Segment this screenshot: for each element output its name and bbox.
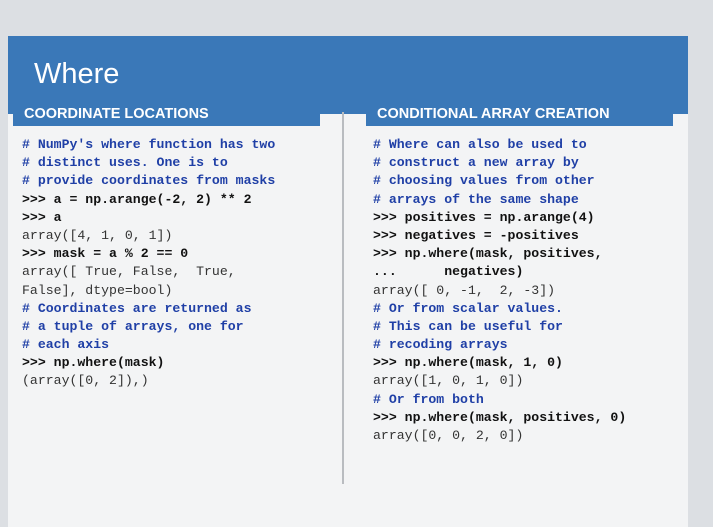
code-line: >>> negatives = -positives xyxy=(373,227,579,243)
code-line: # provide coordinates from masks xyxy=(22,173,276,189)
code-line: >>> np.where(mask, 1, 0) xyxy=(373,355,563,371)
code-line: >>> a xyxy=(22,209,62,225)
right-code-block: # Where can also be used to # construct … xyxy=(373,136,626,445)
code-line: # a tuple of arrays, one for xyxy=(22,318,244,334)
right-panel-header: CONDITIONAL ARRAY CREATION xyxy=(366,102,673,126)
left-panel-header: COORDINATE LOCATIONS xyxy=(13,102,320,126)
code-line: # Where can also be used to xyxy=(373,137,587,152)
slide-title: Where xyxy=(34,58,120,90)
code-line: array([1, 0, 1, 0]) xyxy=(373,373,524,389)
code-line: >>> a = np.arange(-2, 2) ** 2 xyxy=(22,191,252,207)
code-line: # distinct uses. One is to xyxy=(22,155,228,171)
code-line: >>> np.where(mask) xyxy=(22,355,165,371)
code-line: >>> mask = a % 2 == 0 xyxy=(22,246,189,262)
code-line: >>> np.where(mask, positives, xyxy=(373,246,603,262)
code-line: >>> np.where(mask, positives, 0) xyxy=(373,409,627,425)
code-line: # choosing values from other xyxy=(373,173,595,189)
code-line: # recoding arrays xyxy=(373,337,508,353)
code-line: # Or from scalar values. xyxy=(373,300,563,316)
code-line: # Or from both xyxy=(373,391,484,407)
code-line: # construct a new array by xyxy=(373,155,579,171)
code-line: >>> positives = np.arange(4) xyxy=(373,209,595,225)
code-line: array([ True, False, True, xyxy=(22,264,236,280)
code-line: ... negatives) xyxy=(373,264,524,280)
left-code-block: # NumPy's where function has two # disti… xyxy=(22,136,275,391)
code-line: array([4, 1, 0, 1]) xyxy=(22,227,173,243)
code-line: False], dtype=bool) xyxy=(22,282,173,298)
code-line: # NumPy's where function has two xyxy=(22,137,276,152)
code-line: # arrays of the same shape xyxy=(373,191,579,207)
code-line: # This can be useful for xyxy=(373,318,563,334)
column-divider xyxy=(342,112,344,484)
code-line: # each axis xyxy=(22,337,110,353)
code-line: array([ 0, -1, 2, -3]) xyxy=(373,282,556,298)
code-line: (array([0, 2]),) xyxy=(22,373,149,389)
code-line: # Coordinates are returned as xyxy=(22,300,252,316)
code-line: array([0, 0, 2, 0]) xyxy=(373,428,524,443)
